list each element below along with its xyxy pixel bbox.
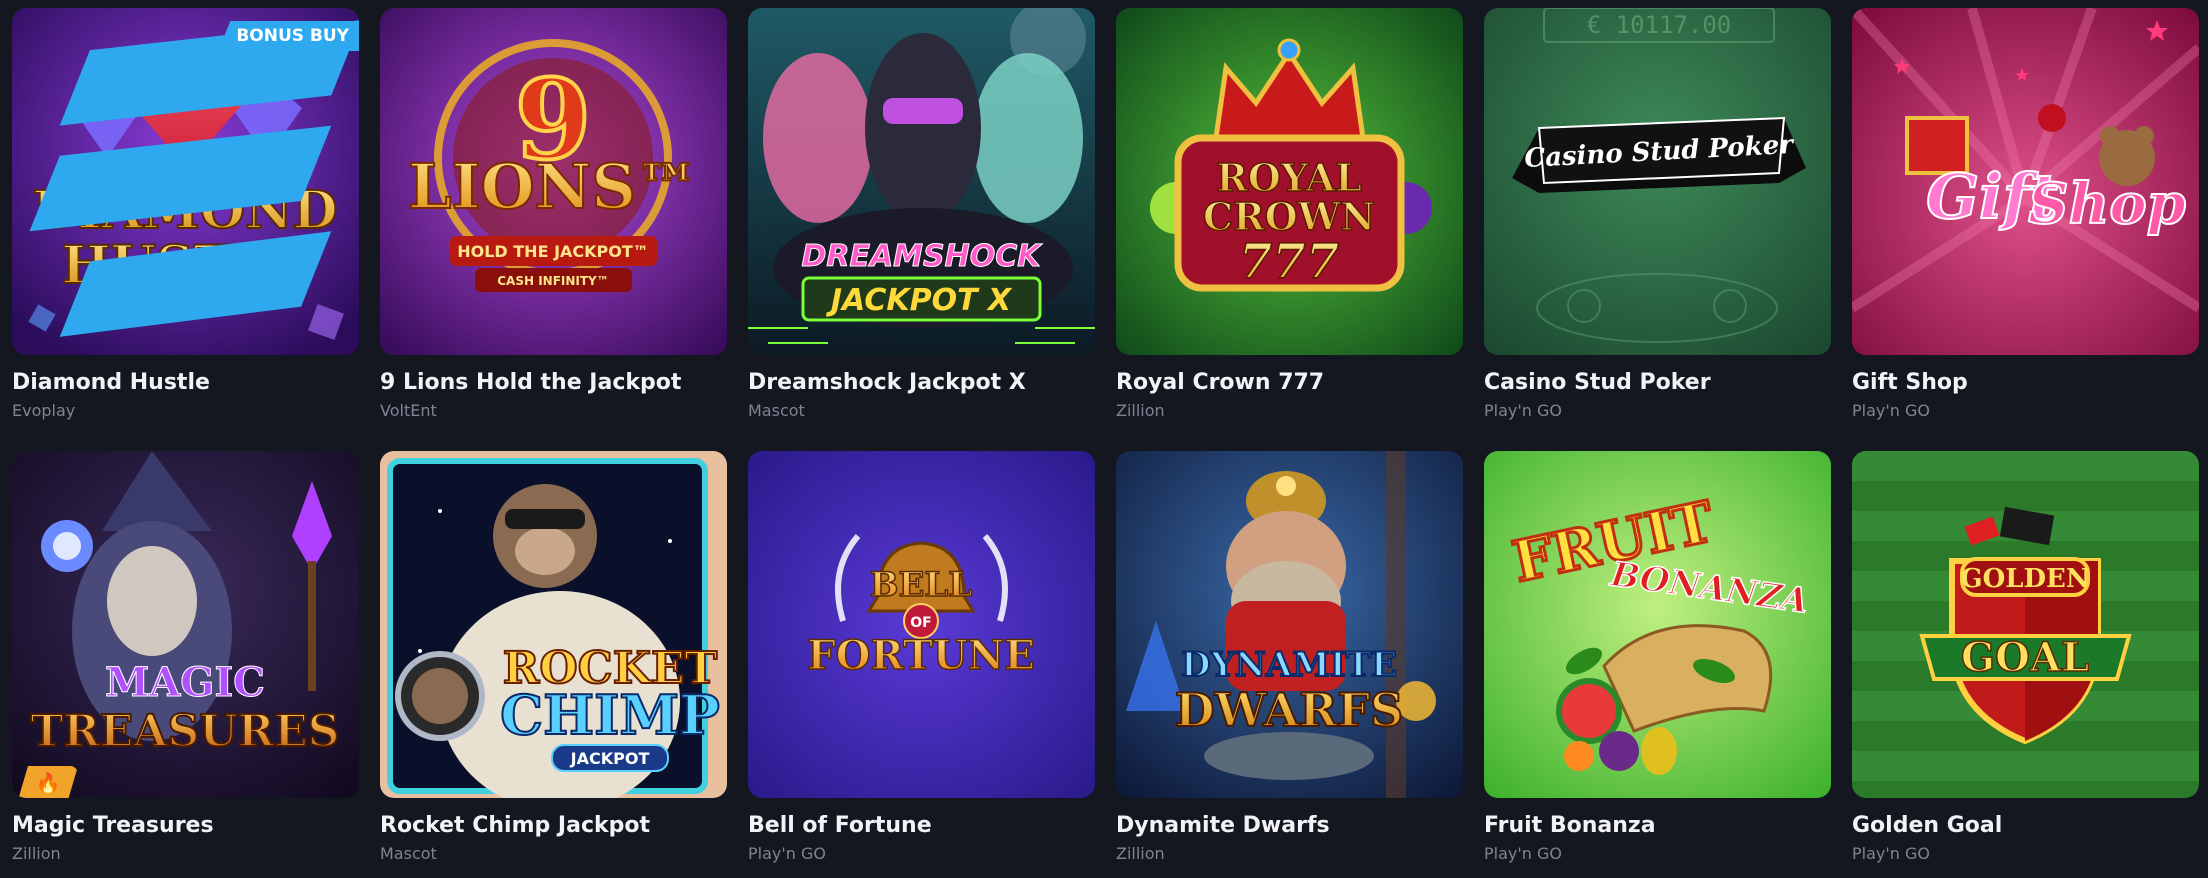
game-provider: Play'n GO	[748, 844, 826, 863]
game-title[interactable]: Golden Goal	[1852, 812, 2199, 840]
game-title[interactable]: Gift Shop	[1852, 369, 2199, 397]
logo-line-2: GOAL	[1961, 634, 2089, 681]
logo-line-1: DYNAMITE	[1181, 645, 1397, 685]
game-thumbnail[interactable]: BELL OF FORTUNE	[748, 451, 1095, 798]
game-thumbnail[interactable]: DIAMOND HUSTLE BONUS BUY	[12, 8, 359, 355]
evoplay-stripes-icon	[29, 20, 359, 337]
game-card-gift-shop[interactable]: Gift Shop Gift Shop Play'n GO	[1852, 8, 2199, 430]
logo-sub: HOLD THE JACKPOT™	[457, 242, 649, 261]
game-provider: Zillion	[1116, 401, 1165, 420]
game-card-fruit-bonanza[interactable]: FRUIT BONANZA Fruit Bonanza Play'n GO	[1484, 451, 1831, 873]
game-card-magic-treasures[interactable]: MAGIC TREASURES 🔥 Magic Treasures Zillio…	[12, 451, 359, 873]
game-thumbnail[interactable]: FRUIT BONANZA	[1484, 451, 1831, 798]
logo-line-1: BELL	[870, 565, 973, 605]
bonus-buy-badge: BONUS BUY	[218, 21, 359, 51]
logo-line-1: DREAMSHOCK	[801, 239, 1043, 274]
dreamshock-artwork: DREAMSHOCK JACKPOT X	[748, 8, 1095, 355]
logo-sub2: CASH INFINITY™	[497, 274, 609, 288]
game-title[interactable]: Casino Stud Poker	[1484, 369, 1831, 397]
9-lions-artwork: 9 LIONS™ HOLD THE JACKPOT™ CASH INFINITY…	[380, 8, 727, 355]
game-thumbnail[interactable]: 9 LIONS™ HOLD THE JACKPOT™ CASH INFINITY…	[380, 8, 727, 355]
logo-line-2: TREASURES	[30, 706, 339, 757]
game-card-diamond-hustle[interactable]: DIAMOND HUSTLE BONUS BUY Diamond Hustle …	[12, 8, 359, 430]
magic-treasures-artwork: MAGIC TREASURES	[12, 451, 359, 798]
game-title[interactable]: 9 Lions Hold the Jackpot	[380, 369, 727, 397]
game-thumbnail[interactable]: DYNAMITE DWARFS	[1116, 451, 1463, 798]
game-provider: Play'n GO	[1852, 844, 1930, 863]
logo-line-3: 777	[1239, 234, 1339, 290]
game-provider: Mascot	[380, 844, 437, 863]
game-title[interactable]: Royal Crown 777	[1116, 369, 1463, 397]
game-provider: Mascot	[748, 401, 805, 420]
logo-line-2: OF	[910, 615, 931, 631]
game-title[interactable]: Magic Treasures	[12, 812, 359, 840]
game-title[interactable]: Bell of Fortune	[748, 812, 1095, 840]
game-provider: VoltEnt	[380, 401, 437, 420]
game-thumbnail[interactable]: GOLDEN GOAL	[1852, 451, 2199, 798]
flame-icon: 🔥	[18, 766, 78, 798]
golden-goal-artwork: GOLDEN GOAL	[1852, 451, 2199, 798]
game-title[interactable]: Diamond Hustle	[12, 369, 359, 397]
dynamite-dwarfs-artwork: DYNAMITE DWARFS	[1116, 451, 1463, 798]
game-grid: DIAMOND HUSTLE BONUS BUY Diamond Hustle …	[12, 8, 2208, 873]
jackpot-readout: € 10117.00	[1587, 11, 1732, 39]
game-card-rocket-chimp[interactable]: ROCKET CHIMP JACKPOT Rocket Chimp Jackpo…	[380, 451, 727, 873]
logo-line-1: GOLDEN	[1960, 564, 2089, 594]
fruit-bonanza-artwork: FRUIT BONANZA	[1484, 451, 1831, 798]
game-card-9-lions[interactable]: 9 LIONS™ HOLD THE JACKPOT™ CASH INFINITY…	[380, 8, 727, 430]
game-card-golden-goal[interactable]: GOLDEN GOAL Golden Goal Play'n GO	[1852, 451, 2199, 873]
game-card-bell-of-fortune[interactable]: BELL OF FORTUNE Bell of Fortune Play'n G…	[748, 451, 1095, 873]
game-thumbnail[interactable]: ROYAL CROWN 777	[1116, 8, 1463, 355]
logo-line-2: Shop	[2028, 171, 2186, 237]
bell-of-fortune-artwork: BELL OF FORTUNE	[748, 451, 1095, 798]
game-thumbnail[interactable]: ROCKET CHIMP JACKPOT	[380, 451, 727, 798]
logo-line-3: FORTUNE	[807, 632, 1034, 679]
logo-line-1: MAGIC	[105, 659, 265, 706]
royal-crown-artwork: ROYAL CROWN 777	[1116, 8, 1463, 355]
logo-line-2: CHIMP	[500, 683, 720, 747]
casino-stud-poker-artwork: € 10117.00 Casino Stud Poker	[1484, 8, 1831, 355]
game-title[interactable]: Dreamshock Jackpot X	[748, 369, 1095, 397]
gift-shop-artwork: Gift Shop	[1852, 8, 2199, 355]
game-provider: Play'n GO	[1484, 844, 1562, 863]
game-thumbnail[interactable]: DREAMSHOCK JACKPOT X	[748, 8, 1095, 355]
game-provider: Zillion	[1116, 844, 1165, 863]
logo-line-2: CROWN	[1203, 194, 1375, 239]
game-provider: Play'n GO	[1852, 401, 1930, 420]
game-thumbnail[interactable]: MAGIC TREASURES 🔥	[12, 451, 359, 798]
game-thumbnail[interactable]: Gift Shop	[1852, 8, 2199, 355]
game-title[interactable]: Dynamite Dwarfs	[1116, 812, 1463, 840]
game-card-royal-crown-777[interactable]: ROYAL CROWN 777 Royal Crown 777 Zillion	[1116, 8, 1463, 430]
logo-line-2: DWARFS	[1175, 683, 1403, 737]
game-provider: Zillion	[12, 844, 61, 863]
logo-lions: LIONS™	[408, 150, 698, 223]
game-title[interactable]: Rocket Chimp Jackpot	[380, 812, 727, 840]
game-thumbnail[interactable]: € 10117.00 Casino Stud Poker	[1484, 8, 1831, 355]
game-card-dynamite-dwarfs[interactable]: DYNAMITE DWARFS Dynamite Dwarfs Zillion	[1116, 451, 1463, 873]
game-title[interactable]: Fruit Bonanza	[1484, 812, 1831, 840]
logo-line-3: JACKPOT	[570, 749, 650, 768]
game-card-dreamshock[interactable]: DREAMSHOCK JACKPOT X Dreamshock Jackpot …	[748, 8, 1095, 430]
logo-line-2: JACKPOT X	[826, 283, 1013, 318]
game-provider: Evoplay	[12, 401, 76, 420]
rocket-chimp-artwork: ROCKET CHIMP JACKPOT	[380, 451, 727, 798]
game-card-casino-stud-poker[interactable]: € 10117.00 Casino Stud Poker Casino Stud…	[1484, 8, 1831, 430]
game-provider: Play'n GO	[1484, 401, 1562, 420]
